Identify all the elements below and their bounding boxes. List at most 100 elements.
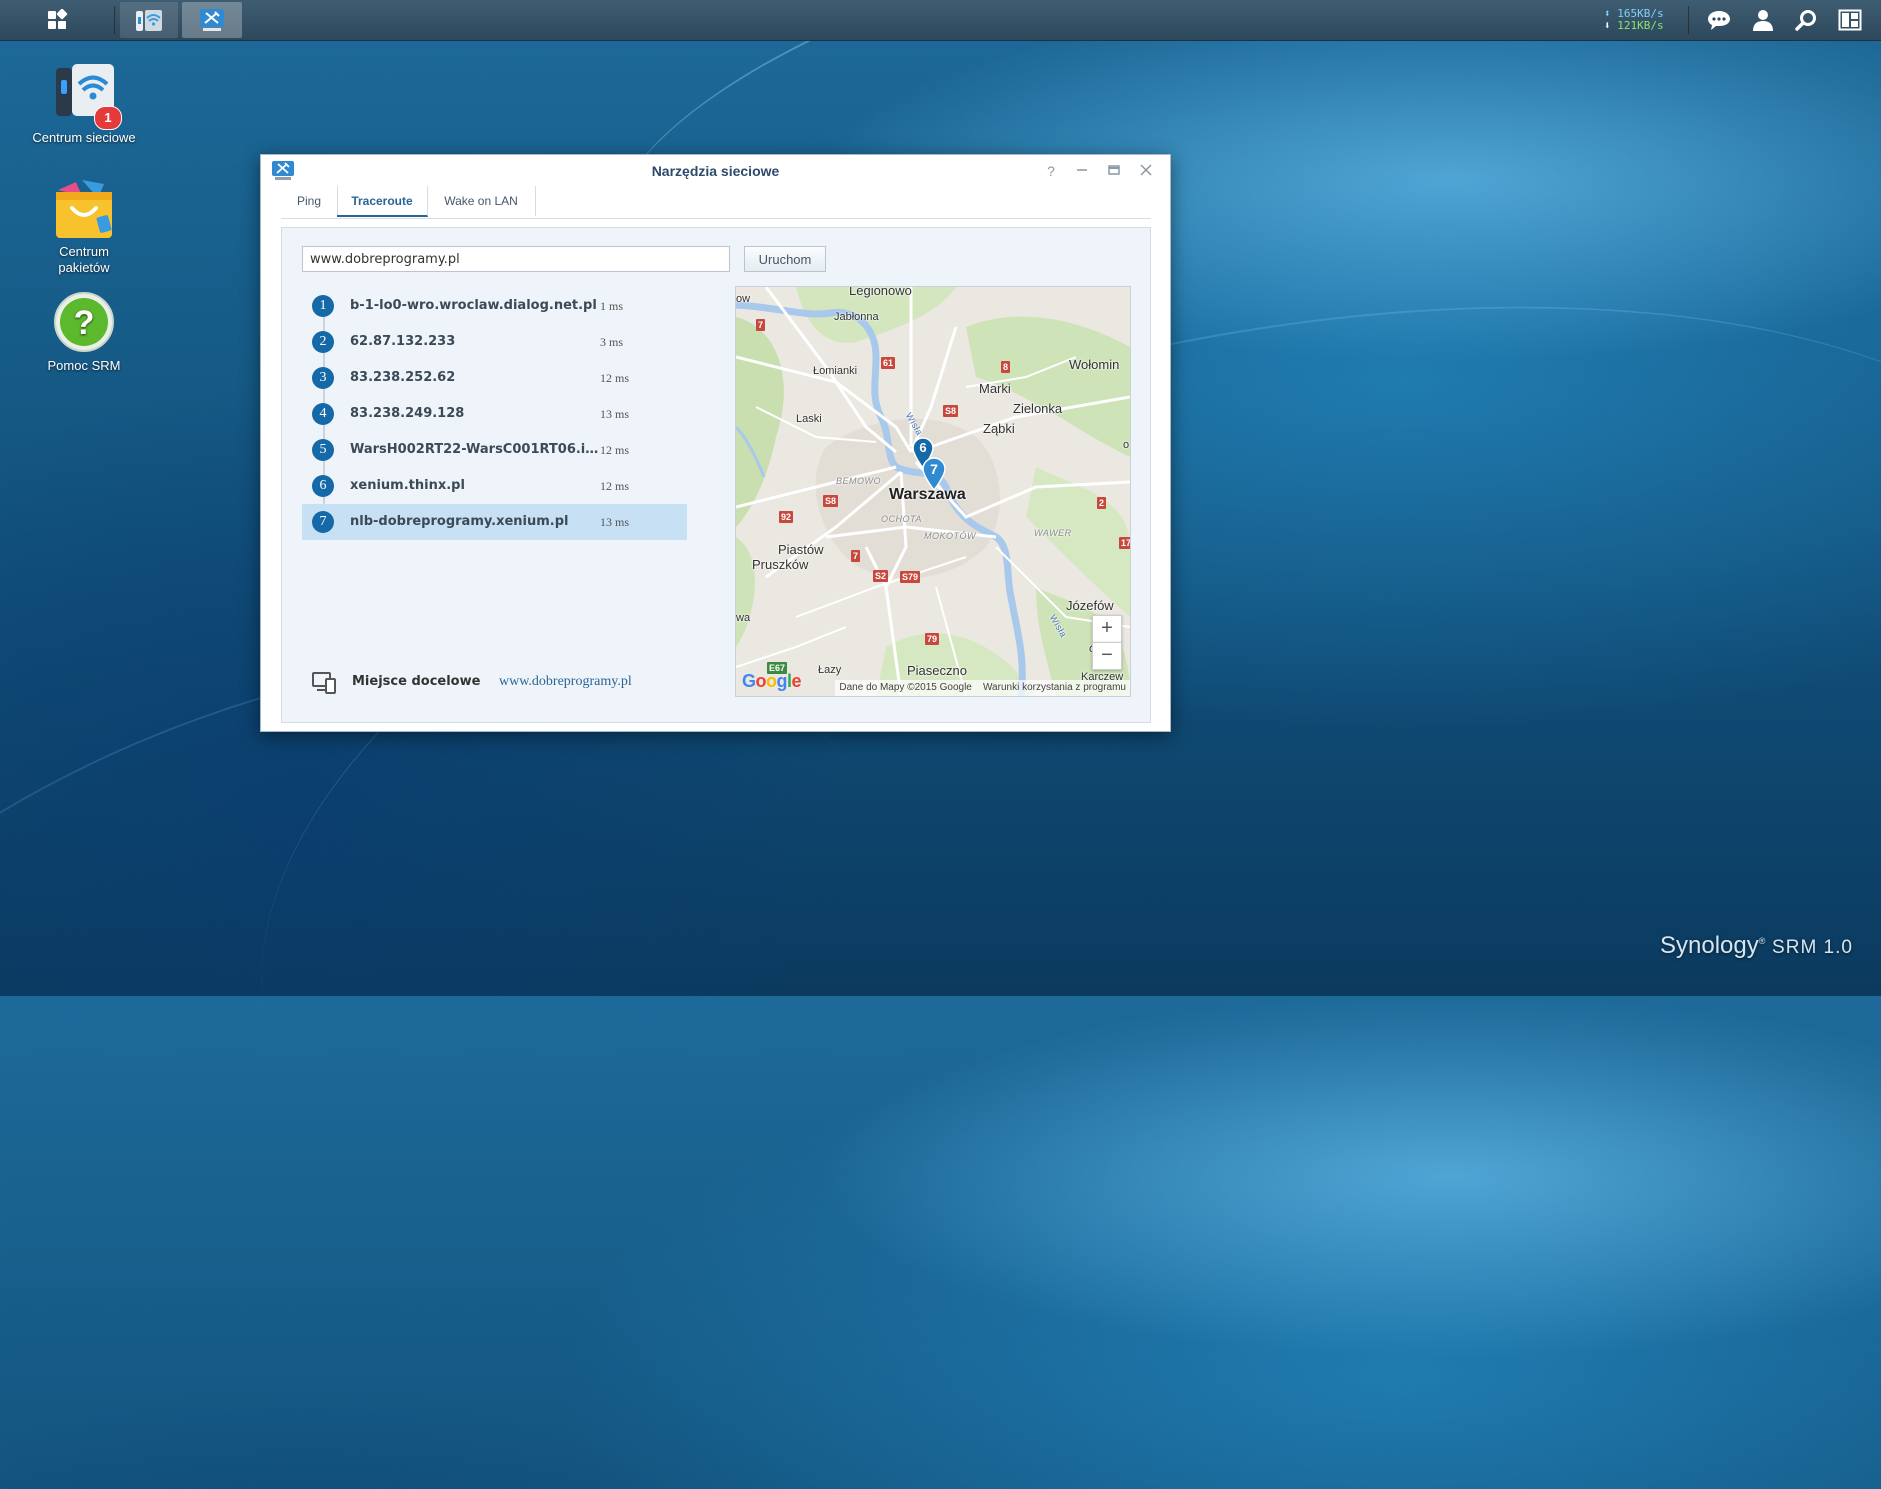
map-place-label: Ząbki: [983, 421, 1015, 436]
user-icon: [1753, 10, 1773, 31]
map-road-badge: 61: [881, 357, 896, 369]
network-tools-window: Narzędzia sieciowe ? Ping Traceroute Wak…: [260, 154, 1171, 732]
hop-host: nlb-dobreprogramy.xenium.pl: [350, 514, 569, 529]
hop-time: 1 ms: [600, 299, 624, 313]
taskbar-separator: [1688, 6, 1690, 34]
brand-name: Synology: [1660, 932, 1759, 959]
hop-host: 83.238.252.62: [350, 370, 456, 385]
destination-device-icon: [312, 670, 336, 694]
network-tools-icon: [200, 9, 224, 31]
download-speed: 121KB/s: [1617, 19, 1664, 32]
map-copyright: Dane do Mapy ©2015 Google: [839, 682, 972, 693]
window-title: Narzędzia sieciowe: [651, 163, 780, 179]
search-icon: [1795, 10, 1816, 31]
desktop-icon-label: Centrum pakietów: [58, 244, 110, 275]
target-host-input[interactable]: www.dobreprogramy.pl: [302, 246, 730, 272]
hop-row[interactable]: 4 83.238.249.128 13 ms: [302, 396, 687, 432]
notification-badge: 1: [94, 106, 122, 130]
destination-value: www.dobreprogramy.pl: [499, 674, 632, 689]
map-road-badge: 17: [1119, 537, 1130, 549]
map-road-badge: 8: [1001, 361, 1011, 373]
widgets-icon: [1838, 9, 1862, 31]
widgets-button[interactable]: [1837, 8, 1863, 32]
hop-number: 6: [312, 475, 334, 497]
maximize-icon: [1108, 165, 1120, 175]
taskbar-separator: [114, 6, 116, 34]
map-road-badge: 7: [756, 319, 766, 331]
hop-time: 12 ms: [600, 443, 630, 457]
map-place-label: Wołomin: [1069, 357, 1120, 372]
minimize-icon: [1077, 169, 1087, 171]
main-menu-button[interactable]: [4, 2, 109, 38]
close-icon: [1140, 164, 1152, 176]
help-button[interactable]: ?: [1043, 163, 1059, 179]
map-road-badge: 7: [851, 550, 861, 562]
map-place-label: Jabłonna: [834, 311, 879, 323]
hop-time: 12 ms: [600, 371, 630, 385]
desktop-icon-package-center[interactable]: Centrum pakietów: [14, 176, 154, 276]
hop-list: 1 b-1-lo0-wro.wroclaw.dialog.net.pl 1 ms…: [302, 288, 687, 540]
map-terms-link[interactable]: Warunki korzystania z programu: [983, 682, 1126, 693]
map-district-label: MOKOTÓW: [924, 531, 976, 541]
grid-icon: [47, 9, 67, 29]
run-button[interactable]: Uruchom: [744, 246, 826, 272]
taskbar-app-network-center[interactable]: [120, 2, 178, 38]
wifi-router-icon: 1: [52, 62, 122, 130]
map-place-label: Marki: [979, 381, 1011, 396]
map-place-label: Łomianki: [813, 365, 858, 377]
google-logo: Google: [742, 671, 802, 691]
hop-row[interactable]: 1 b-1-lo0-wro.wroclaw.dialog.net.pl 1 ms: [302, 288, 687, 324]
taskbar: ⬍ 165KB/s ⬇ 121KB/s: [0, 0, 1881, 41]
traceroute-panel: www.dobreprogramy.pl Uruchom 1 b-1-lo0-w…: [281, 227, 1151, 723]
hop-time: 12 ms: [600, 479, 630, 493]
map-zoom-in-button[interactable]: +: [1092, 615, 1122, 643]
desktop-icon-label: Pomoc SRM: [47, 358, 121, 373]
desktop-icon-srm-help[interactable]: ? Pomoc SRM: [14, 290, 154, 374]
map-edge-label: wa: [736, 612, 751, 624]
hop-number: 4: [312, 403, 334, 425]
synology-srm-logo: Synology® SRM 1.0: [1660, 932, 1853, 959]
map-edge-label: o: [1123, 439, 1130, 451]
chat-button[interactable]: [1706, 8, 1732, 32]
map-marker-label: 7: [930, 461, 938, 477]
map-zoom-out-button[interactable]: −: [1092, 642, 1122, 670]
hop-number: 7: [312, 511, 334, 533]
hop-number: 2: [312, 331, 334, 353]
tab-traceroute[interactable]: Traceroute: [337, 186, 428, 217]
tab-wake-on-lan[interactable]: Wake on LAN: [427, 186, 536, 216]
wifi-router-icon: [136, 10, 162, 31]
hop-time: 13 ms: [600, 515, 630, 529]
map-place-label: Łazy: [818, 664, 842, 676]
map-district-label: OCHOTA: [881, 514, 922, 524]
destination-label: Miejsce docelowe: [352, 674, 481, 689]
hop-row-selected[interactable]: 7 nlb-dobreprogramy.xenium.pl 13 ms: [302, 504, 687, 540]
maximize-button[interactable]: [1106, 163, 1122, 179]
hop-time: 3 ms: [600, 335, 624, 349]
map-district-label: WAWER: [1034, 528, 1072, 538]
map-edge-label: ow: [736, 293, 751, 305]
hop-row[interactable]: 2 62.87.132.233 3 ms: [302, 324, 687, 360]
taskbar-app-network-tools[interactable]: [182, 2, 242, 38]
hop-number: 5: [312, 439, 334, 461]
hop-host: 62.87.132.233: [350, 334, 456, 349]
traceroute-map[interactable]: Legionowo Jabłonna Łomianki Wołomin Mark…: [735, 286, 1131, 697]
map-place-label: Józefów: [1066, 598, 1114, 613]
close-button[interactable]: [1138, 163, 1154, 179]
map-marker-label: 6: [919, 440, 927, 455]
hop-row[interactable]: 3 83.238.252.62 12 ms: [302, 360, 687, 396]
download-arrow-icon: ⬇: [1604, 19, 1611, 32]
minimize-button[interactable]: [1074, 163, 1090, 179]
map-place-label: Legionowo: [849, 286, 912, 298]
hop-row[interactable]: 6 xenium.thinx.pl 12 ms: [302, 468, 687, 504]
tab-ping[interactable]: Ping: [281, 186, 338, 216]
package-bag-icon: [52, 176, 116, 240]
map-place-label: Piastów: [778, 542, 824, 557]
hop-host: xenium.thinx.pl: [350, 478, 465, 493]
map-marker[interactable]: 7: [921, 457, 947, 492]
desktop-icon-network-center[interactable]: 1 Centrum sieciowe: [14, 62, 154, 146]
user-button[interactable]: [1750, 8, 1776, 32]
search-button[interactable]: [1793, 8, 1819, 32]
hop-row[interactable]: 5 WarsH002RT22-WarsC001RT06.in... 12 ms: [302, 432, 687, 468]
network-speed: ⬍ 165KB/s ⬇ 121KB/s: [1604, 8, 1664, 32]
hop-number: 3: [312, 367, 334, 389]
